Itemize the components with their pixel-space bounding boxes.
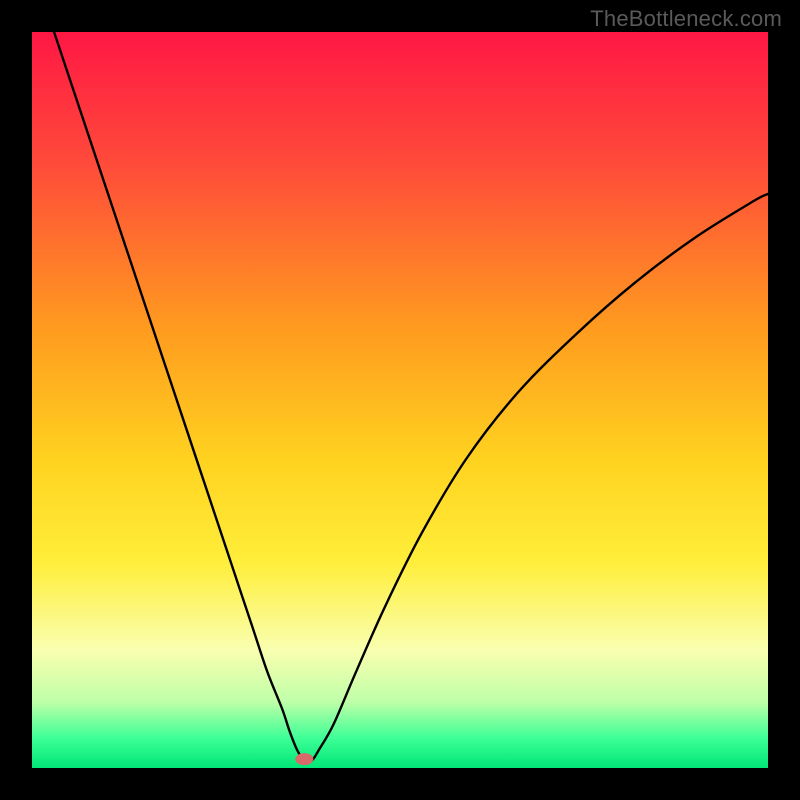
chart-svg — [32, 32, 768, 768]
watermark-text: TheBottleneck.com — [590, 6, 782, 32]
gradient-background — [32, 32, 768, 768]
chart-plot-area — [32, 32, 768, 768]
optimal-point-marker — [295, 753, 313, 765]
chart-frame: TheBottleneck.com — [0, 0, 800, 800]
